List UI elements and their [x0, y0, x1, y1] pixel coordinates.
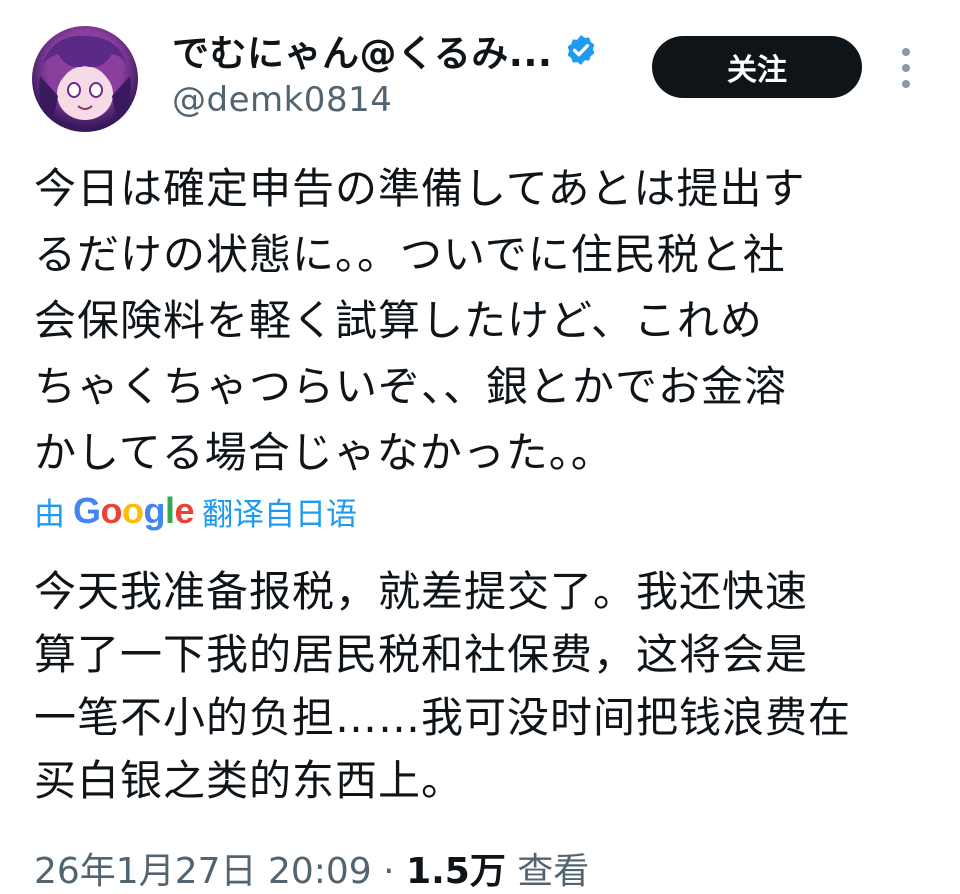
avatar-anime-girl-icon: [39, 35, 131, 126]
translation-attribution[interactable]: 由 Google 翻译自日语: [34, 488, 357, 534]
translated-line: 今天我准备报税，就差提交了。我还快速: [34, 567, 809, 616]
translated-line: 一笔不小的负担……我可没时间把钱浪费在: [34, 693, 852, 742]
more-vertical-icon[interactable]: [898, 48, 914, 88]
tweet-line: かしてる場合じゃなかった。。: [34, 428, 614, 477]
display-name[interactable]: でむにゃん@くるみ...: [172, 23, 552, 77]
translated-line: 买白银之类的东西上。: [34, 756, 465, 805]
translated-text: 今天我准备报税，就差提交了。我还快速 算了一下我的居民税和社保费，这将会是 一笔…: [34, 560, 934, 812]
translation-suffix: 翻译自日语: [202, 496, 358, 533]
tweet-text: 今日は確定申告の準備してあとは提出す るだけの状態に。。ついでに住民税と社 会保…: [34, 156, 924, 486]
follow-button[interactable]: 关注: [652, 36, 862, 98]
timestamp[interactable]: 26年1月27日 20:09: [34, 851, 372, 892]
google-logo: Google: [73, 490, 195, 531]
avatar[interactable]: [32, 26, 138, 132]
user-name-row: でむにゃん@くるみ...: [172, 28, 598, 75]
views-label: 查看: [505, 851, 590, 892]
translated-line: 算了一下我的居民税和社保费，这将会是: [34, 630, 809, 679]
tweet-meta: 26年1月27日 20:09 · 1.5万 查看: [34, 842, 589, 894]
user-handle[interactable]: @demk0814: [172, 80, 392, 120]
tweet-line: ちゃくちゃつらいぞ、、銀とかでお金溶: [34, 362, 788, 411]
verified-badge-icon: [568, 35, 595, 65]
tweet-line: 今日は確定申告の準備してあとは提出す: [34, 164, 806, 213]
tweet-line: るだけの状態に。。ついでに住民税と社: [34, 230, 786, 279]
meta-separator: ·: [371, 851, 407, 892]
views-count: 1.5万: [406, 851, 506, 892]
tweet-line: 会保険料を軽く試算したけど、これめ: [34, 296, 763, 345]
translation-prefix: 由: [34, 496, 65, 533]
